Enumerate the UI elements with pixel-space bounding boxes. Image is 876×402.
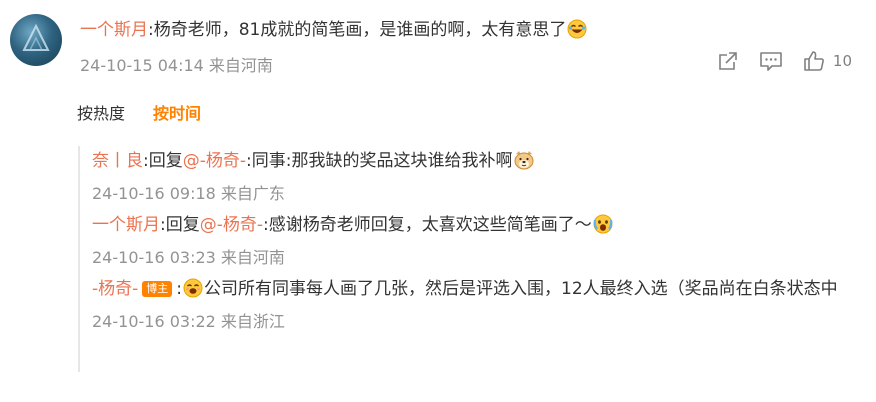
reply-item: 奈丨良:回复@-杨奇-:同事:那我缺的奖品这块谁给我补啊 24-10-16 09…	[80, 146, 840, 208]
reply-text: :同事:那我缺的奖品这块谁给我补啊	[246, 151, 513, 171]
comment-timestamp: 24-10-15 04:14	[80, 56, 204, 75]
reply-mention[interactable]: @-杨奇-	[183, 151, 246, 171]
reply-meta: 24-10-16 03:23 来自河南	[92, 244, 840, 272]
main-comment-line: 一个斯月:杨奇老师，81成就的简笔画，是谁画的啊，太有意思了	[80, 14, 856, 50]
reply-prefix: :回复	[160, 215, 200, 235]
reply-mention[interactable]: @-杨奇-	[200, 215, 263, 235]
reply-text: :感谢杨奇老师回复，太喜欢这些简笔画了～	[263, 215, 592, 235]
reply-prefix: :	[176, 279, 183, 299]
reply-location: 来自浙江	[220, 312, 285, 331]
doge-emoji-icon	[513, 150, 535, 180]
reply-prefix: :回复	[143, 151, 183, 171]
comment-icon	[760, 52, 782, 71]
reply-meta: 24-10-16 03:22 来自浙江	[92, 308, 840, 336]
share-button[interactable]	[717, 50, 739, 72]
like-count: 10	[832, 52, 852, 70]
like-button[interactable]: 10	[803, 50, 852, 72]
reply-timestamp: 24-10-16 09:18	[92, 184, 216, 203]
reply-meta: 24-10-16 09:18 来自广东	[92, 180, 840, 208]
reply-text-line: 一个斯月:回复@-杨奇-:感谢杨奇老师回复，太喜欢这些简笔画了～	[92, 210, 840, 244]
reply-text-line: -杨奇- 博主: 公司所有同事每人画了几张，然后是评选入围，12人最终入选（奖品尚在…	[92, 274, 852, 308]
reply-item: -杨奇- 博主: 公司所有同事每人画了几张，然后是评选入围，12人最终入选（奖品尚在…	[80, 274, 840, 336]
blogger-badge: 博主	[142, 281, 173, 297]
comment-button[interactable]	[759, 50, 783, 72]
reply-location: 来自广东	[220, 184, 285, 203]
reply-location: 来自河南	[220, 248, 285, 267]
comment-actions: 10	[717, 50, 852, 72]
comment-text: :杨奇老师，81成就的简笔画，是谁画的啊，太有意思了	[148, 20, 567, 40]
reply-list: 奈丨良:回复@-杨奇-:同事:那我缺的奖品这块谁给我补啊 24-10-16 09…	[78, 146, 840, 372]
comment-username[interactable]: 一个斯月	[80, 20, 148, 40]
smile-emoji-icon	[183, 278, 203, 308]
sort-tabs: 按热度 按时间	[77, 100, 201, 128]
reply-timestamp: 24-10-16 03:22	[92, 312, 216, 331]
sort-by-hot-tab[interactable]: 按热度	[77, 100, 125, 128]
share-icon	[719, 52, 737, 70]
reply-username[interactable]: 奈丨良	[92, 151, 143, 171]
reply-username[interactable]: -杨奇-	[92, 279, 138, 299]
scream-emoji-icon	[593, 214, 613, 244]
avatar-logo-icon	[22, 23, 50, 51]
reply-username[interactable]: 一个斯月	[92, 215, 160, 235]
reply-text: 公司所有同事每人画了几张，然后是评选入围，12人最终入选（奖品尚在白条状态中	[204, 279, 838, 299]
reply-timestamp: 24-10-16 03:23	[92, 248, 216, 267]
sort-by-time-tab[interactable]: 按时间	[153, 100, 201, 128]
reply-text-line: 奈丨良:回复@-杨奇-:同事:那我缺的奖品这块谁给我补啊	[92, 146, 840, 180]
avatar[interactable]	[10, 14, 62, 66]
reply-item: 一个斯月:回复@-杨奇-:感谢杨奇老师回复，太喜欢这些简笔画了～ 24-10-1…	[80, 210, 840, 272]
thumbs-up-icon	[804, 51, 824, 71]
comment-location: 来自河南	[208, 56, 273, 75]
laugh-emoji-icon	[567, 18, 587, 50]
